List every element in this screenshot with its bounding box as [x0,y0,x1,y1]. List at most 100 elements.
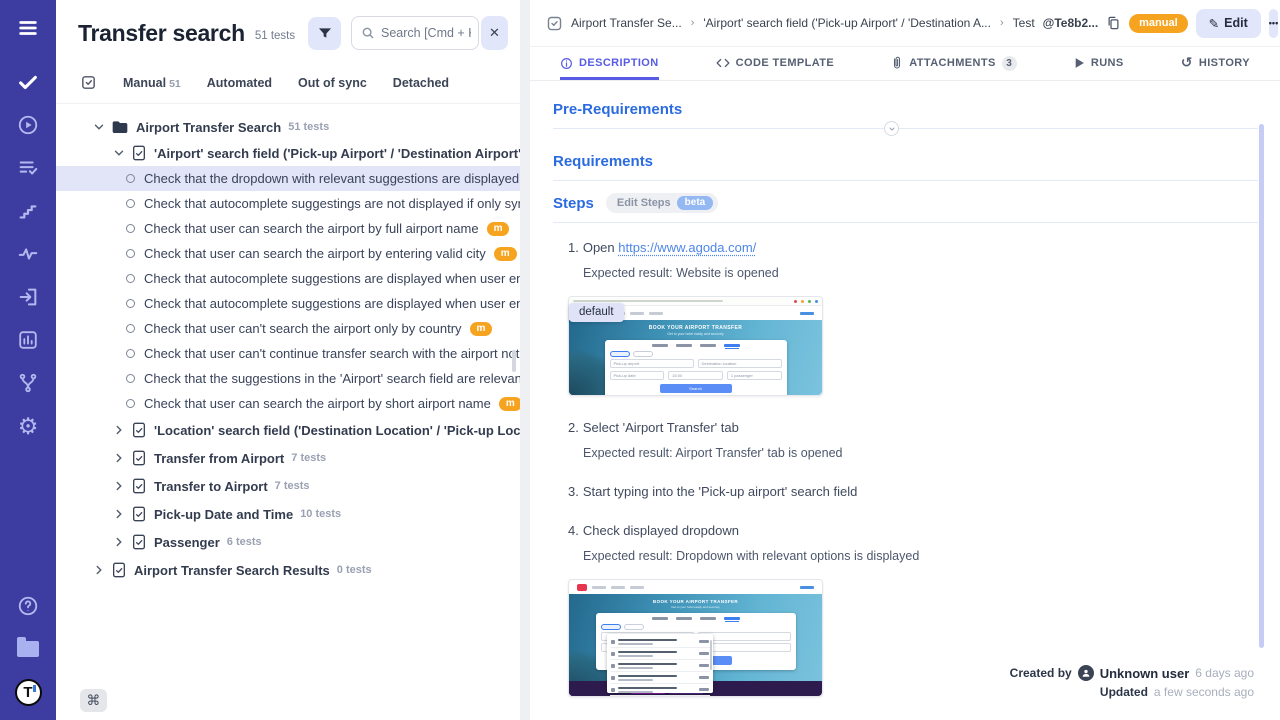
expected-result: Expected result: Airport Transfer' tab i… [583,446,1258,460]
tree-suite-pickup-date[interactable]: Pick-up Date and Time 10 tests [56,500,520,528]
detail-scrollbar[interactable] [1259,124,1264,648]
tree-suite-location[interactable]: 'Location' search field ('Destination Lo… [56,416,520,444]
tab-out-of-sync[interactable]: Out of sync [298,76,367,90]
analytics-chart-icon[interactable] [14,326,42,354]
settings-gear-icon[interactable]: ⚙ [14,412,42,440]
info-icon [560,57,573,70]
tab-manual[interactable]: Manual51 [123,76,181,90]
integrations-branch-icon[interactable] [14,369,42,397]
keyboard-shortcut-button[interactable]: ⌘ [80,689,107,712]
detail-header: Airport Transfer Se... › 'Airport' searc… [530,0,1280,47]
tree-suite-transfer-to[interactable]: Transfer to Airport 7 tests [56,472,520,500]
chevron-down-icon [92,120,106,134]
test-plans-icon[interactable] [14,154,42,182]
test-row[interactable]: Check that user can search the airport b… [56,241,520,266]
search-close-button[interactable]: ✕ [481,16,508,50]
tab-history[interactable]: ↺ HISTORY [1181,47,1250,80]
list-scrollbar[interactable] [512,350,516,372]
tab-runs[interactable]: RUNS [1074,47,1124,80]
collapse-toggle[interactable] [884,121,899,136]
tab-automated[interactable]: Automated [207,76,272,90]
test-id[interactable]: @Te8b2... [1043,16,1099,30]
breadcrumb-suite[interactable]: Airport Transfer Se... [571,16,682,30]
tree-suite-airport-field[interactable]: 'Airport' search field ('Pick-up Airport… [56,140,520,166]
test-row[interactable]: Check that autocomplete suggestions are … [56,291,520,316]
chevron-down-icon [112,146,126,160]
section-divider [553,128,1258,129]
test-circle-icon [126,299,135,308]
paperclip-icon [891,56,903,70]
manual-badge: m [487,222,510,236]
step-item-2: 2. Select 'Airport Transfer' tab Expecte… [568,420,1258,460]
defects-pulse-icon[interactable] [14,240,42,268]
breadcrumb-subsuite[interactable]: 'Airport' search field ('Pick-up Airport… [703,16,991,30]
updated-at: a few seconds ago [1154,685,1254,699]
help-icon[interactable] [14,592,42,620]
tab-description[interactable]: DESCRIPTION [560,47,659,80]
test-row[interactable]: Check that user can search the airport b… [56,216,520,241]
pencil-icon: ✎ [1209,16,1219,31]
file-check-icon [132,534,146,550]
select-all-icon[interactable] [80,74,97,91]
test-row[interactable]: Check that the dropdown with relevant su… [56,166,520,191]
agoda-link[interactable]: https://www.agoda.com/ [618,240,756,255]
more-button[interactable]: ••• [1269,9,1278,38]
play-icon [1074,57,1085,69]
menu-icon[interactable] [14,14,42,42]
requirements-signin-icon[interactable] [14,283,42,311]
section-divider [553,180,1258,181]
edit-steps-button[interactable]: Edit Steps beta [606,193,718,213]
test-row[interactable]: Check that autocomplete suggestings are … [56,191,520,216]
user-avatar-icon [1078,665,1094,681]
shared-steps-icon[interactable] [14,197,42,225]
meta-footer: Created by Unknown user 6 days ago Updat… [1010,661,1254,699]
tree-suite-passenger[interactable]: Passenger 6 tests [56,528,520,556]
test-row[interactable]: Check that user can't continue transfer … [56,341,520,366]
description-content: Pre-Requirements Requirements Steps Edit… [530,81,1280,719]
code-icon [716,57,730,69]
chevron-right-icon [112,507,126,521]
expected-result: Expected result: Website is opened [583,266,1258,280]
search-input[interactable] [381,26,471,40]
file-check-icon [112,562,126,578]
tree-suite-transfer-from[interactable]: Transfer from Airport 7 tests [56,444,520,472]
page-title: Transfer search [78,20,245,47]
test-runs-play-icon[interactable] [14,111,42,139]
step-item-3: 3. Start typing into the 'Pick-up airpor… [568,484,1258,499]
edit-button[interactable]: ✎Edit [1196,9,1261,38]
chevron-right-icon [112,479,126,493]
file-check-icon [132,478,146,494]
manual-badge: m [499,397,520,411]
profile-avatar[interactable]: T [15,679,42,706]
mini-search-card: Pick-up airport Destination location Pic… [605,340,787,395]
status-badge: manual [1129,14,1188,33]
filter-button[interactable] [308,17,341,50]
chevron-down-icon [888,125,896,133]
step-screenshot-1[interactable]: BOOK YOUR AIRPORT TRANSFER Get to your h… [568,296,823,396]
expected-result: Expected result: Dropdown with relevant … [583,549,1258,563]
test-row[interactable]: Check that user can search the airport b… [56,391,520,416]
mini-hero: BOOK YOUR AIRPORT TRANSFER Get to your h… [569,320,822,395]
copy-icon[interactable] [1106,15,1121,31]
tree-root-suite[interactable]: Airport Transfer Search 51 tests [56,114,520,140]
tab-attachments[interactable]: ATTACHMENTS 3 [891,47,1016,80]
step-screenshot-2[interactable]: BOOK YOUR AIRPORT TRANSFER Get to your h… [568,579,823,697]
test-row[interactable]: Check that user can't search the airport… [56,316,520,341]
test-circle-icon [126,224,135,233]
list-header: Transfer search 51 tests ✕ [56,0,520,50]
tab-detached[interactable]: Detached [393,76,449,90]
tab-code-template[interactable]: CODE TEMPLATE [716,47,835,80]
mini-nav [569,580,822,594]
attachment-name-tooltip: default [569,303,624,322]
tree-suite-results[interactable]: Airport Transfer Search Results 0 tests [56,556,520,584]
test-row[interactable]: Check that the suggestions in the 'Airpo… [56,366,520,391]
tests-check-icon[interactable] [14,68,42,96]
chevron-right-icon [112,451,126,465]
section-steps: Steps [553,195,594,212]
breadcrumb-test[interactable]: Test [1013,16,1035,30]
projects-folder-icon[interactable] [14,635,42,663]
file-check-icon [132,422,146,438]
section-requirements: Requirements [553,153,1258,170]
test-checkbox-icon[interactable] [546,15,563,32]
test-row[interactable]: Check that autocomplete suggestions are … [56,266,520,291]
